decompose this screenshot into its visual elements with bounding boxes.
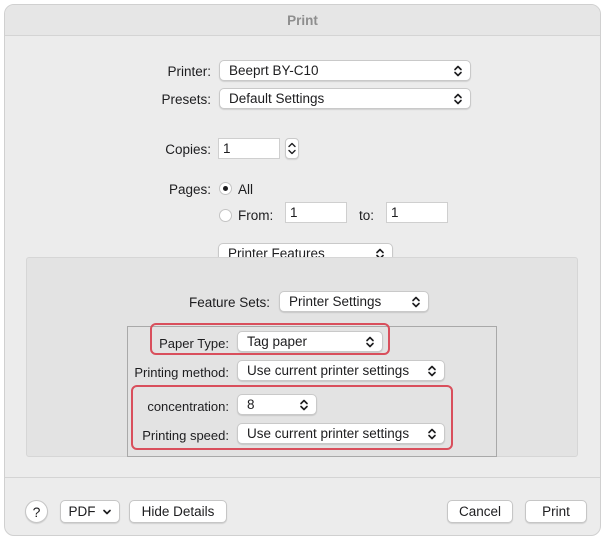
printer-select[interactable]: Beeprt BY-C10: [219, 60, 471, 81]
printing-method-select[interactable]: Use current printer settings: [237, 360, 445, 381]
updown-chevron-icon: [428, 365, 436, 377]
pages-to-field[interactable]: 1: [386, 202, 448, 223]
printing-method-label: Printing method:: [134, 365, 229, 380]
updown-chevron-icon: [412, 296, 420, 308]
presets-select-value: Default Settings: [229, 91, 325, 106]
pages-to-value: 1: [391, 205, 399, 220]
print-button[interactable]: Print: [525, 500, 587, 523]
pages-from-label: From:: [238, 208, 274, 223]
feature-sets-select[interactable]: Printer Settings: [279, 291, 429, 312]
feature-sets-select-value: Printer Settings: [289, 294, 382, 309]
copies-stepper[interactable]: [285, 138, 299, 159]
printer-label: Printer:: [167, 64, 211, 79]
window-title: Print: [5, 5, 600, 36]
pages-all-label: All: [238, 182, 254, 197]
stepper-arrows-icon: [288, 142, 296, 155]
print-dialog: Print Printer: Beeprt BY-C10 Presets: De…: [4, 4, 601, 536]
presets-label: Presets:: [161, 92, 211, 107]
feature-sets-label: Feature Sets:: [188, 295, 270, 310]
pages-to-label: to:: [359, 208, 375, 223]
presets-select[interactable]: Default Settings: [219, 88, 471, 109]
pages-label: Pages:: [168, 182, 211, 197]
copies-field[interactable]: 1: [218, 138, 280, 159]
help-button[interactable]: ?: [25, 500, 48, 523]
printer-select-value: Beeprt BY-C10: [229, 63, 319, 78]
pages-all-radio[interactable]: [219, 182, 232, 195]
updown-chevron-icon: [454, 65, 462, 77]
pdf-menu-button[interactable]: PDF: [60, 500, 120, 523]
footer-separator: [5, 477, 600, 478]
cancel-button[interactable]: Cancel: [447, 500, 513, 523]
printing-method-select-value: Use current printer settings: [247, 363, 410, 378]
copies-value: 1: [223, 141, 231, 156]
updown-chevron-icon: [454, 93, 462, 105]
paper-type-highlight: [150, 323, 390, 355]
hide-details-button[interactable]: Hide Details: [129, 500, 227, 523]
pages-from-radio[interactable]: [219, 209, 232, 222]
copies-label: Copies:: [165, 142, 211, 157]
concentration-speed-highlight: [131, 385, 453, 450]
pdf-button-label: PDF: [68, 504, 96, 519]
chevron-down-icon: [102, 509, 111, 514]
pages-from-field[interactable]: 1: [285, 202, 347, 223]
pages-from-value: 1: [290, 205, 298, 220]
